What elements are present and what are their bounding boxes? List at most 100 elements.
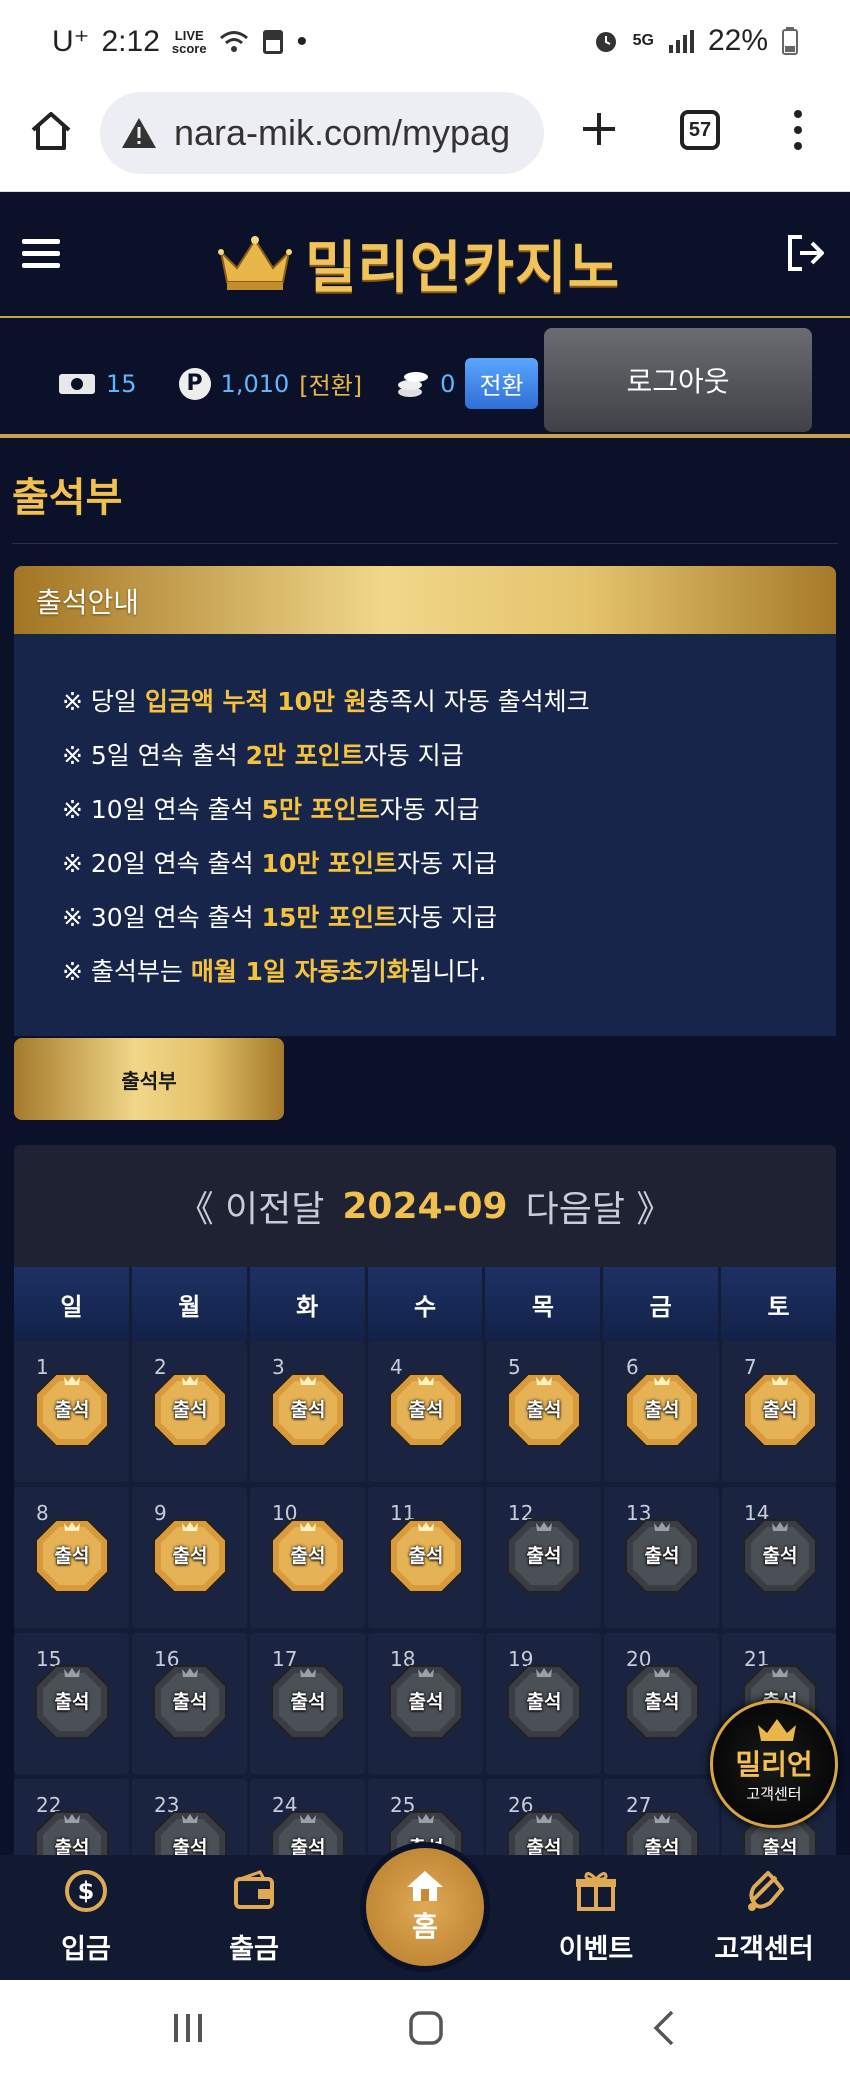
guide-text: 자동 지급 (397, 849, 497, 878)
missed-badge-icon: 출석 (151, 1809, 229, 1855)
badge-label: 출석 (762, 1545, 798, 1567)
missed-badge-icon: 출석 (269, 1663, 347, 1741)
weekday-header: 일 월 화 수 목 금 토 (14, 1267, 836, 1341)
calendar-day: 20 출석 (604, 1633, 719, 1774)
missed-badge-icon: 출석 (505, 1809, 583, 1855)
nav-withdraw[interactable]: 출금 (184, 1867, 324, 1966)
nav-event[interactable]: 이벤트 (526, 1867, 666, 1966)
badge-label: 출석 (762, 1837, 798, 1855)
calendar-day: 22 출석 (14, 1779, 129, 1855)
guide-highlight: 10만 포인트 (261, 849, 398, 878)
attended-badge-icon: 출석 (151, 1371, 229, 1449)
badge-label: 출석 (644, 1691, 680, 1713)
calendar-day: 17 출석 (250, 1633, 365, 1774)
attendance-button[interactable]: 출석부 (14, 1038, 284, 1120)
support-subtitle: 고객센터 (746, 1784, 802, 1803)
badge-label: 출석 (526, 1545, 562, 1567)
coins-amount: 0 (440, 369, 456, 398)
badge-label: 출석 (526, 1399, 562, 1421)
badge-label: 출석 (290, 1837, 326, 1855)
support-title: 밀리언 (735, 1747, 813, 1781)
guide-text: ※ 10일 연속 출석 (62, 795, 262, 824)
warning-icon[interactable] (120, 116, 158, 150)
guide-highlight: 입금액 누적 10만 원 (144, 687, 367, 716)
badge-label: 출석 (408, 1399, 444, 1421)
status-bar: U⁺ 2:12 LIVE score • 5G 22% (0, 0, 850, 88)
calendar-day: 8 출석 (14, 1487, 129, 1628)
nav-home-button[interactable]: 홈 (360, 1842, 490, 1972)
site-logo[interactable]: 밀리언카지노 (215, 223, 620, 304)
weekday-fri: 금 (603, 1267, 719, 1341)
wallet-icon (234, 1870, 274, 1909)
home-icon[interactable] (28, 108, 74, 154)
convert-button[interactable]: 전환 (465, 358, 538, 409)
badge-label: 출석 (172, 1399, 208, 1421)
guide-header: 출석안내 (14, 566, 836, 634)
attended-badge-icon: 출석 (741, 1371, 819, 1449)
tab-count: 57 (688, 119, 712, 141)
back-icon[interactable] (648, 2008, 680, 2048)
next-month-link[interactable]: 다음달 》 (526, 1180, 673, 1232)
points-convert-link[interactable]: [전환] (299, 366, 362, 401)
menu-icon[interactable] (22, 239, 60, 269)
calendar-nav: 《 이전달 2024-09 다음달 》 (14, 1145, 836, 1267)
carrier-label: U⁺ (52, 25, 90, 58)
menu-dots-icon[interactable] (790, 108, 806, 152)
bell-icon (748, 1871, 784, 1911)
status-dot: • (296, 24, 308, 58)
site-header: 밀리언카지노 (0, 193, 850, 318)
guide-text: ※ 20일 연속 출석 (62, 849, 262, 878)
point-icon: P (178, 367, 211, 400)
guide-text: ※ 출석부는 (62, 957, 191, 986)
guide-text: 됩니다. (409, 957, 487, 986)
calendar-day: 3 출석 (250, 1341, 365, 1482)
calendar-day: 18 출석 (368, 1633, 483, 1774)
address-bar[interactable]: nara-mik.com/mypag (100, 92, 544, 174)
guide-line: ※ 20일 연속 출석 10만 포인트자동 지급 (62, 844, 497, 880)
prev-month-link[interactable]: 《 이전달 (178, 1180, 325, 1232)
missed-badge-icon: 출석 (33, 1809, 111, 1855)
badge-label: 출석 (408, 1691, 444, 1713)
weekday-sat: 토 (721, 1267, 836, 1341)
badge-label: 출석 (644, 1399, 680, 1421)
badge-label: 출석 (54, 1837, 90, 1855)
network-label: 5G (632, 32, 654, 49)
nav-withdraw-label: 출금 (229, 1934, 279, 1965)
missed-badge-icon: 출석 (623, 1663, 701, 1741)
nav-deposit[interactable]: $ 입금 (16, 1867, 156, 1966)
nav-support[interactable]: 고객센터 (694, 1867, 834, 1966)
badge-label: 출석 (644, 1545, 680, 1567)
guide-panel: ※ 당일 입금액 누적 10만 원충족시 자동 출석체크 ※ 5일 연속 출석 … (14, 634, 836, 1036)
badge-label: 출석 (408, 1545, 444, 1567)
nav-event-label: 이벤트 (558, 1934, 634, 1965)
badge-label: 출석 (526, 1837, 562, 1855)
weekday-tue: 화 (249, 1267, 365, 1341)
badge-label: 출석 (290, 1399, 326, 1421)
logout-icon[interactable] (784, 231, 828, 275)
badge-label: 출석 (644, 1837, 680, 1855)
gift-icon (576, 1872, 616, 1911)
attended-badge-icon: 출석 (33, 1371, 111, 1449)
calendar-day: 7 출석 (722, 1341, 836, 1482)
missed-badge-icon: 출석 (741, 1517, 819, 1595)
browser-toolbar: nara-mik.com/mypag 57 (0, 88, 850, 192)
sim-icon (262, 29, 283, 54)
missed-badge-icon: 출석 (505, 1517, 583, 1595)
guide-line: ※ 30일 연속 출석 15만 포인트자동 지급 (62, 898, 497, 934)
floating-support-button[interactable]: 밀리언 고객센터 (710, 1700, 838, 1828)
calendar-day: 12 출석 (486, 1487, 601, 1628)
wallet-bar: 15 P 1,010 [전환] 0 전환 로그아웃 (0, 320, 850, 438)
coins-icon (398, 371, 429, 397)
calendar-day: 14 출석 (722, 1487, 836, 1628)
current-month: 2024-09 (342, 1185, 508, 1227)
guide-text: 자동 지급 (379, 795, 480, 824)
badge-label: 출석 (762, 1399, 798, 1421)
signal-icon (668, 30, 694, 53)
logout-button[interactable]: 로그아웃 (544, 328, 812, 432)
tab-switcher-button[interactable]: 57 (680, 110, 720, 150)
calendar-day: 13 출석 (604, 1487, 719, 1628)
home-circle-icon[interactable] (406, 2008, 446, 2048)
recent-apps-icon[interactable] (170, 2008, 206, 2048)
new-tab-icon[interactable] (578, 108, 620, 150)
badge-label: 출석 (526, 1691, 562, 1713)
